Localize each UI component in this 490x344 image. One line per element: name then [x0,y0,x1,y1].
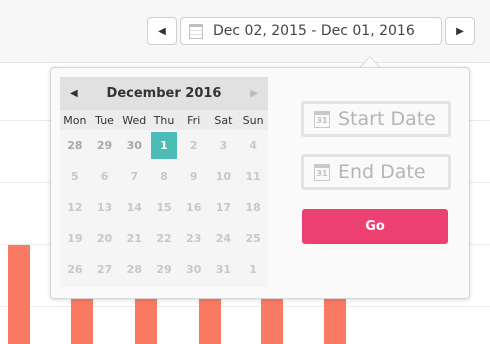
calendar-icon [189,23,203,39]
date-range-button[interactable]: Dec 02, 2015 - Dec 01, 2016 [180,17,442,45]
prev-month-icon[interactable]: ◀ [70,88,78,99]
calendar-icon: 31 [314,110,330,128]
calendar-day[interactable]: 22 [151,225,177,252]
chart-bar [135,296,157,344]
calendar-day[interactable]: 14 [121,194,147,221]
calendar-day[interactable]: 12 [62,194,88,221]
calendar-day[interactable]: 30 [121,132,147,159]
calendar-day[interactable]: 17 [211,194,237,221]
calendar-day[interactable]: 7 [121,163,147,190]
go-button[interactable]: Go [302,209,448,244]
next-range-button[interactable]: ▶ [445,17,475,45]
calendar-day-selected[interactable]: 1 [151,132,177,159]
chart-bar [8,245,30,344]
calendar-day[interactable]: 2 [181,132,207,159]
calendar-month-title: December 2016 [106,86,222,101]
calendar-day[interactable]: 10 [211,163,237,190]
calendar-day[interactable]: 26 [62,256,88,283]
calendar-day[interactable]: 4 [240,132,266,159]
chart-bar [261,296,283,344]
calendar-day[interactable]: 9 [181,163,207,190]
weekday-label: Thu [153,113,175,127]
calendar-day[interactable]: 24 [211,225,237,252]
calendar-icon: 31 [314,163,330,181]
calendar-day[interactable]: 25 [240,225,266,252]
calendar-day[interactable]: 30 [181,256,207,283]
calendar-day[interactable]: 27 [92,256,118,283]
calendar-day[interactable]: 8 [151,163,177,190]
calendar-day[interactable]: 28 [121,256,147,283]
calendar-day[interactable]: 28 [62,132,88,159]
weekday-label: Sat [214,113,233,127]
weekday-label: Mon [63,113,87,127]
calendar-day[interactable]: 6 [92,163,118,190]
calendar-day[interactable]: 11 [240,163,266,190]
start-date-label: Start Date [338,108,436,130]
calendar-day[interactable]: 20 [92,225,118,252]
popup-caret-fill [361,57,379,67]
weekday-label: Sun [242,113,264,127]
end-date-field[interactable]: 31 End Date [301,154,451,190]
prev-range-button[interactable]: ◀ [147,17,177,45]
calendar-day[interactable]: 5 [62,163,88,190]
triangle-right-icon: ▶ [456,25,464,37]
chart-bar [324,296,346,344]
end-date-label: End Date [338,161,426,183]
calendar-days: 28 29 30 1 2 3 4 5 6 7 8 9 10 11 12 13 1… [60,130,268,285]
weekday-label: Fri [187,113,201,127]
calendar-day[interactable]: 31 [211,256,237,283]
calendar-header: ◀ December 2016 ▶ [60,77,268,110]
start-date-field[interactable]: 31 Start Date [301,101,451,137]
weekday-label: Tue [95,113,114,127]
date-range-label: Dec 02, 2015 - Dec 01, 2016 [213,23,415,39]
weekday-header: Mon Tue Wed Thu Fri Sat Sun [60,110,268,130]
date-picker-popup: ◀ December 2016 ▶ Mon Tue Wed Thu Fri Sa… [50,67,470,299]
calendar-day[interactable]: 23 [181,225,207,252]
calendar-day[interactable]: 21 [121,225,147,252]
calendar-day[interactable]: 16 [181,194,207,221]
calendar-day[interactable]: 29 [151,256,177,283]
calendar-day[interactable]: 3 [211,132,237,159]
chart-bar [199,296,221,344]
month-calendar: ◀ December 2016 ▶ Mon Tue Wed Thu Fri Sa… [60,77,268,287]
calendar-day[interactable]: 1 [240,256,266,283]
next-month-icon[interactable]: ▶ [250,88,258,99]
calendar-day[interactable]: 15 [151,194,177,221]
chart-bar [71,296,93,344]
weekday-label: Wed [122,113,147,127]
calendar-day[interactable]: 13 [92,194,118,221]
calendar-day[interactable]: 18 [240,194,266,221]
calendar-day[interactable]: 29 [92,132,118,159]
triangle-left-icon: ◀ [158,25,166,37]
calendar-day[interactable]: 19 [62,225,88,252]
